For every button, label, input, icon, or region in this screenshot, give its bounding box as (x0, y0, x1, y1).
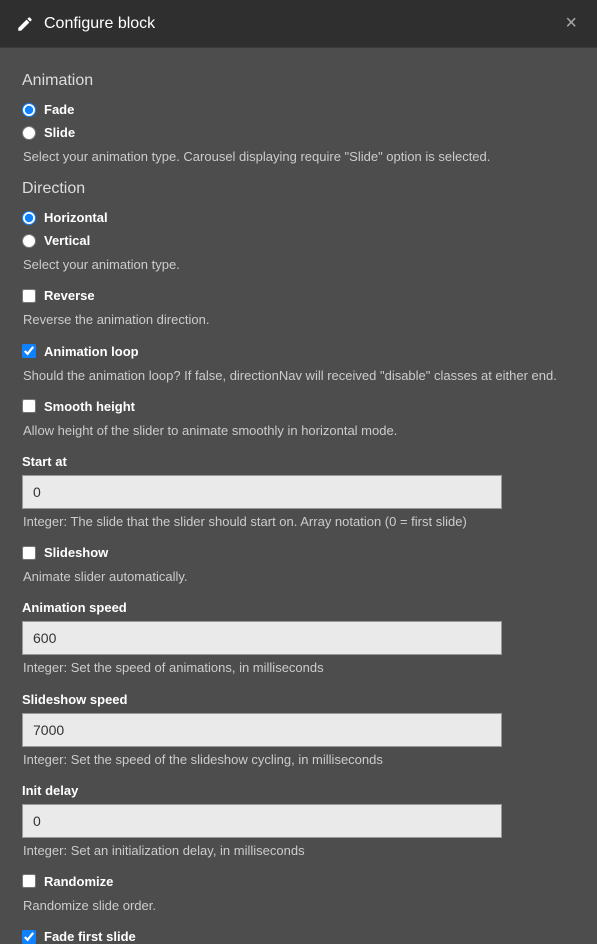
slideshow-speed-input[interactable] (22, 713, 502, 747)
slideshow-desc: Animate slider automatically. (23, 568, 575, 586)
direction-heading: Direction (22, 180, 575, 198)
animation-fade-label[interactable]: Fade (44, 102, 74, 117)
animation-loop-checkbox[interactable] (22, 344, 36, 358)
randomize-desc: Randomize slide order. (23, 897, 575, 915)
fade-first-slide-checkbox[interactable] (22, 930, 36, 944)
animation-desc: Select your animation type. Carousel dis… (23, 148, 575, 166)
init-delay-input[interactable] (22, 804, 502, 838)
start-at-desc: Integer: The slide that the slider shoul… (23, 513, 575, 531)
pencil-icon (16, 15, 34, 33)
animation-speed-input[interactable] (22, 621, 502, 655)
animation-speed-desc: Integer: Set the speed of animations, in… (23, 659, 575, 677)
direction-vertical-label[interactable]: Vertical (44, 233, 90, 248)
init-delay-label: Init delay (22, 783, 575, 798)
reverse-desc: Reverse the animation direction. (23, 311, 575, 329)
direction-desc: Select your animation type. (23, 256, 575, 274)
animation-heading: Animation (22, 72, 575, 90)
close-button[interactable]: × (561, 8, 581, 39)
direction-vertical-radio[interactable] (22, 234, 36, 248)
animation-fade-radio[interactable] (22, 103, 36, 117)
slideshow-speed-desc: Integer: Set the speed of the slideshow … (23, 751, 575, 769)
animation-loop-desc: Should the animation loop? If false, dir… (23, 367, 575, 385)
reverse-label[interactable]: Reverse (44, 288, 95, 303)
start-at-label: Start at (22, 454, 575, 469)
reverse-checkbox[interactable] (22, 289, 36, 303)
animation-slide-radio[interactable] (22, 126, 36, 140)
slideshow-speed-label: Slideshow speed (22, 692, 575, 707)
smooth-height-label[interactable]: Smooth height (44, 399, 135, 414)
animation-loop-label[interactable]: Animation loop (44, 344, 139, 359)
dialog-title: Configure block (44, 15, 561, 33)
direction-horizontal-label[interactable]: Horizontal (44, 210, 108, 225)
dialog-body: Animation Fade Slide Select your animati… (0, 48, 597, 944)
randomize-checkbox[interactable] (22, 874, 36, 888)
animation-slide-label[interactable]: Slide (44, 125, 75, 140)
start-at-input[interactable] (22, 475, 502, 509)
fade-first-slide-label[interactable]: Fade first slide (44, 929, 136, 944)
smooth-height-desc: Allow height of the slider to animate sm… (23, 422, 575, 440)
smooth-height-checkbox[interactable] (22, 399, 36, 413)
slideshow-checkbox[interactable] (22, 546, 36, 560)
direction-horizontal-radio[interactable] (22, 211, 36, 225)
dialog-header: Configure block × (0, 0, 597, 48)
init-delay-desc: Integer: Set an initialization delay, in… (23, 842, 575, 860)
slideshow-label[interactable]: Slideshow (44, 545, 108, 560)
animation-speed-label: Animation speed (22, 600, 575, 615)
